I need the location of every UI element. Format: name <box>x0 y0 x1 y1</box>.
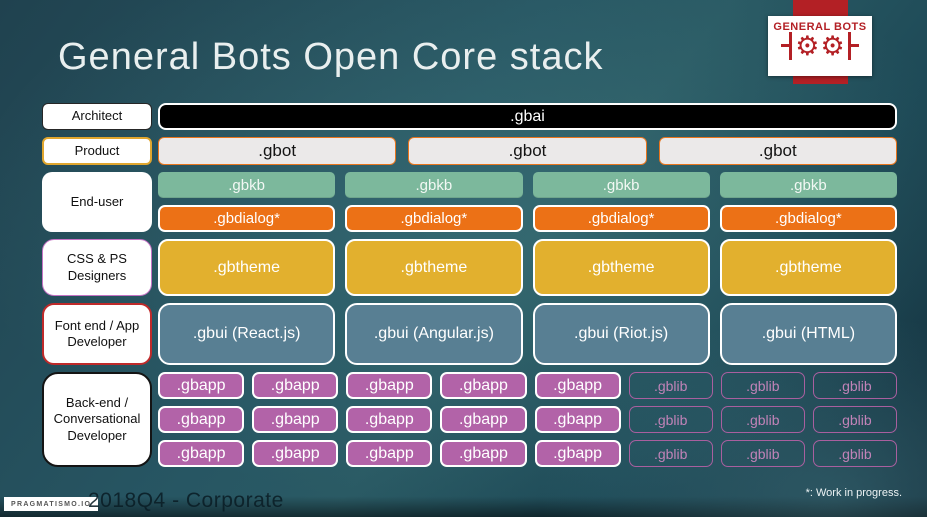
page-title: General Bots Open Core stack <box>58 36 604 78</box>
block-gbapp: .gbapp <box>158 440 245 467</box>
backend-row-3: .gbapp .gbapp .gbapp .gbapp .gbapp .gbli… <box>158 440 897 467</box>
block-gbkb: .gbkb <box>719 172 897 198</box>
block-gbot: .gbot <box>408 137 647 165</box>
role-label-css-ps-designers: CSS & PS Designers <box>42 239 152 296</box>
block-gbot: .gbot <box>158 137 397 165</box>
block-gblib: .gblib <box>812 406 897 433</box>
backend-row-2: .gbapp .gbapp .gbapp .gbapp .gbapp .gbli… <box>158 406 897 433</box>
gbtheme-row: .gbtheme .gbtheme .gbtheme .gbtheme <box>158 239 897 296</box>
block-gbdialog: .gbdialog* <box>345 205 523 232</box>
block-gbtheme: .gbtheme <box>719 239 897 296</box>
block-gbapp: .gbapp <box>252 406 339 433</box>
block-gblib: .gblib <box>720 440 805 467</box>
backend-row-1: .gbapp .gbapp .gbapp .gbapp .gbapp .gbli… <box>158 372 897 399</box>
block-gbapp: .gbapp <box>440 406 527 433</box>
block-gbui-html: .gbui (HTML) <box>719 303 897 365</box>
block-gbkb: .gbkb <box>158 172 336 198</box>
block-gbui-angular: .gbui (Angular.js) <box>345 303 523 365</box>
gbkb-row: .gbkb .gbkb .gbkb .gbkb <box>158 172 897 198</box>
logo-card: GENERAL BOTS ⚙ ⚙ <box>768 16 872 76</box>
block-gblib: .gblib <box>628 440 713 467</box>
block-gbapp: .gbapp <box>252 440 339 467</box>
footer-caption: 2018Q4 - Corporate <box>88 489 284 512</box>
footnote-work-in-progress: *: Work in progress. <box>805 487 902 499</box>
gbui-row: .gbui (React.js) .gbui (Angular.js) .gbu… <box>158 303 897 365</box>
block-gbtheme: .gbtheme <box>345 239 523 296</box>
block-gbkb: .gbkb <box>532 172 710 198</box>
block-gbai: .gbai <box>158 103 897 130</box>
block-gbtheme: .gbtheme <box>158 239 336 296</box>
role-label-end-user: End-user <box>42 172 152 232</box>
block-gblib: .gblib <box>720 372 805 399</box>
block-gbapp: .gbapp <box>158 406 245 433</box>
role-label-backend-conversational-developer: Back-end / Conversational Developer <box>42 372 152 467</box>
block-gblib: .gblib <box>720 406 805 433</box>
block-gbapp: .gbapp <box>440 372 527 399</box>
block-gbapp: .gbapp <box>158 372 245 399</box>
logo-bar-right <box>847 32 859 60</box>
block-gbdialog: .gbdialog* <box>158 205 336 232</box>
block-gbui-riot: .gbui (Riot.js) <box>532 303 710 365</box>
block-gbapp: .gbapp <box>346 372 433 399</box>
footer-brand: PRAGMATISMO.IO <box>4 497 99 511</box>
block-gblib: .gblib <box>812 372 897 399</box>
block-gbui-react: .gbui (React.js) <box>158 303 336 365</box>
role-label-frontend-app-developer: Font end / App Developer <box>42 303 152 365</box>
block-gbapp: .gbapp <box>534 440 621 467</box>
block-gblib: .gblib <box>812 440 897 467</box>
gbai-row: .gbai <box>158 103 897 130</box>
block-gblib: .gblib <box>628 406 713 433</box>
slide: General Bots Open Core stack GENERAL BOT… <box>0 0 927 517</box>
role-label-product: Product <box>42 137 152 165</box>
gear-icon: ⚙ <box>820 31 845 61</box>
block-gbapp: .gbapp <box>440 440 527 467</box>
block-gbapp: .gbapp <box>346 440 433 467</box>
block-gbapp: .gbapp <box>252 372 339 399</box>
block-gbot: .gbot <box>658 137 897 165</box>
block-gblib: .gblib <box>628 372 713 399</box>
block-gbdialog: .gbdialog* <box>719 205 897 232</box>
block-gbkb: .gbkb <box>345 172 523 198</box>
block-gbapp: .gbapp <box>534 372 621 399</box>
block-gbapp: .gbapp <box>534 406 621 433</box>
gbot-row: .gbot .gbot .gbot <box>158 137 897 165</box>
role-label-architect: Architect <box>42 103 152 130</box>
stack-diagram: Architect Product End-user CSS & PS Desi… <box>42 103 897 467</box>
logo-bar-left <box>781 32 793 60</box>
logo-gears: ⚙ ⚙ <box>781 31 859 61</box>
gbdialog-row: .gbdialog* .gbdialog* .gbdialog* .gbdial… <box>158 205 897 232</box>
block-gbapp: .gbapp <box>346 406 433 433</box>
block-gbtheme: .gbtheme <box>532 239 710 296</box>
block-gbdialog: .gbdialog* <box>532 205 710 232</box>
gear-icon: ⚙ <box>795 31 820 61</box>
